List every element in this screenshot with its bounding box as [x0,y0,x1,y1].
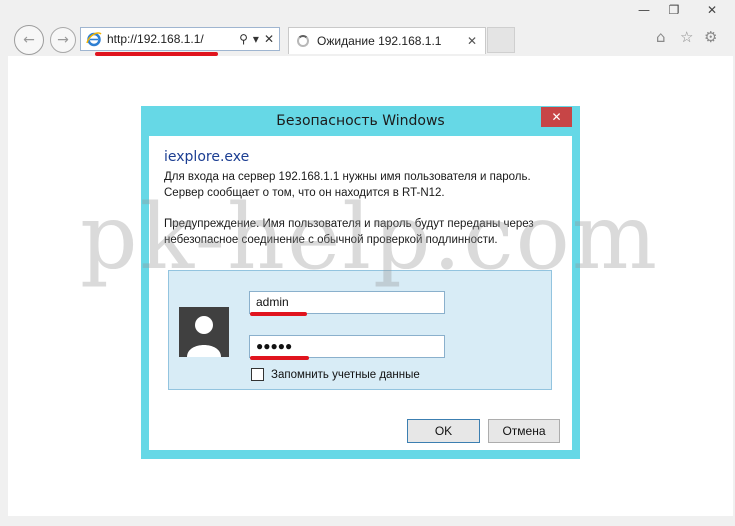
new-tab-button[interactable] [487,27,515,53]
dialog-body: iexplore.exe Для входа на сервер 192.168… [149,136,572,450]
internet-explorer-icon [85,30,103,48]
remember-label: Запомнить учетные данные [271,368,420,381]
search-icon[interactable]: ⚲ [239,32,248,46]
back-arrow-icon: ← [23,32,35,48]
forward-button[interactable]: → [50,27,76,53]
home-icon[interactable]: ⌂ [656,28,666,46]
window-controls: — ❐ ✕ [629,0,735,20]
dialog-app-name: iexplore.exe [164,149,250,165]
user-avatar-icon [179,307,229,357]
forward-arrow-icon: → [57,32,69,48]
favorites-star-icon[interactable]: ☆ [680,28,693,46]
frame-bottom [0,516,735,526]
dialog-message-line1: Для входа на сервер 192.168.1.1 нужны им… [164,171,531,183]
ok-button[interactable]: OK [407,419,480,443]
address-url[interactable]: http://192.168.1.1/ [107,32,239,46]
username-field[interactable]: admin [249,291,445,314]
back-button[interactable]: ← [14,25,44,55]
watermark: pk-help.com [80,185,660,290]
username-highlight-mark [250,312,307,316]
frame-left [0,56,8,526]
password-field[interactable]: ●●●●● [249,335,445,358]
address-bar[interactable]: http://192.168.1.1/ ⚲ ▾ ✕ [80,27,280,51]
window-close-icon[interactable]: ✕ [689,0,735,20]
tab-loading[interactable]: Ожидание 192.168.1.1 ✕ [288,27,486,54]
remember-credentials[interactable]: Запомнить учетные данные [251,368,420,381]
password-highlight-mark [250,356,309,360]
loading-spinner-icon [297,35,309,47]
stop-icon[interactable]: ✕ [264,32,274,46]
remember-checkbox[interactable] [251,368,264,381]
browser-chrome: — ❐ ✕ ← → http://192.168.1.1/ ⚲ ▾ ✕ Ожид… [0,0,735,56]
settings-gear-icon[interactable]: ⚙ [704,28,717,46]
minimize-icon[interactable]: — [629,0,659,20]
tab-close-icon[interactable]: ✕ [467,34,477,48]
dropdown-icon[interactable]: ▾ [253,32,259,46]
maximize-icon[interactable]: ❐ [659,0,689,20]
tab-title: Ожидание 192.168.1.1 [317,34,442,48]
dialog-title: Безопасность Windows [276,113,445,129]
cancel-button[interactable]: Отмена [488,419,560,443]
dialog-close-button[interactable]: ✕ [541,107,572,127]
